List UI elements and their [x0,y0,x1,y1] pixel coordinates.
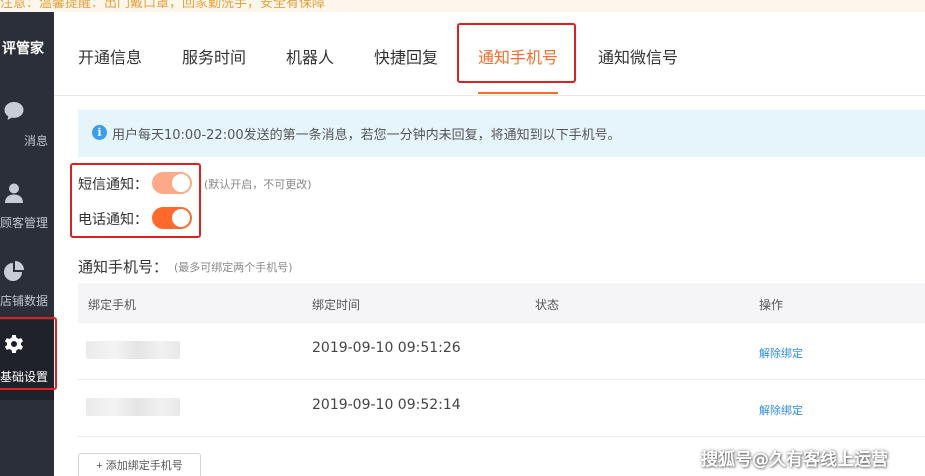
notify-phones-hint: (最多可绑定两个手机号) [174,261,293,274]
chat-bubble-icon [3,100,25,122]
col-header-actions: 操作 [759,298,784,312]
notify-phones-title: 通知手机号： [78,258,169,276]
sidebar-item-basic-settings[interactable]: 基础设置 [0,320,54,400]
masked-phone-number [86,341,180,359]
toggle-knob [172,209,190,227]
top-notice-bar: 注意：温馨提醒：出门戴口罩，回家勤洗手，安全有保障 [0,0,925,12]
top-notice-text: 注意：温馨提醒：出门戴口罩，回家勤洗手，安全有保障 [0,0,326,11]
sidebar-brand: 评管家 [2,41,44,57]
phone-notify-label: 电话通知： [78,212,148,228]
sidebar: 评管家 消息 顾客管理 店铺数据 基础设置 [0,12,54,476]
tab-activation-info[interactable]: 开通信息 [78,44,142,68]
tab-notify-phone[interactable]: 通知手机号 [478,44,558,68]
info-icon: i [92,125,107,140]
sms-notify-hint: (默认开启，不可更改) [204,178,312,191]
settings-tabs: 开通信息 服务时间 机器人 快捷回复 通知手机号 通知微信号 [54,12,925,96]
phone-notify-toggle[interactable] [152,207,192,229]
sms-notify-row: 短信通知： (默认开启，不可更改) [78,171,438,195]
toggle-knob [172,174,190,192]
masked-phone-number [86,398,180,416]
tab-quick-reply[interactable]: 快捷回复 [374,44,438,68]
sidebar-item-customers[interactable]: 顾客管理 [0,174,54,244]
unbind-link[interactable]: 解除绑定 [759,402,803,418]
phone-notify-row: 电话通知： [78,206,208,230]
pie-chart-icon [3,260,25,282]
unbind-link[interactable]: 解除绑定 [759,345,803,361]
col-header-status: 状态 [535,298,560,312]
user-icon [3,182,25,204]
tab-notify-wechat[interactable]: 通知微信号 [598,44,678,68]
col-header-phone: 绑定手机 [88,298,137,312]
table-header: 绑定手机 绑定时间 状态 操作 [78,283,925,323]
watermark-text: 搜狐号@久有客线上运营 [701,450,888,470]
active-tab-underline [478,92,558,94]
sidebar-item-messages[interactable]: 消息 [0,92,54,162]
add-phone-button[interactable]: + 添加绑定手机号 [78,453,201,476]
info-banner: i 用户每天10:00-22:00发送的第一条消息，若您一分钟内未回复，将通知到… [78,110,925,157]
sidebar-item-label: 消息 [23,134,48,148]
sidebar-item-label: 基础设置 [0,370,48,384]
tab-service-hours[interactable]: 服务时间 [182,44,246,68]
sidebar-item-label: 店铺数据 [0,294,48,308]
tab-robot[interactable]: 机器人 [286,44,334,68]
table-row: 2019-09-10 09:51:26 解除绑定 [78,323,925,380]
table-row: 2019-09-10 09:52:14 解除绑定 [78,380,925,437]
gear-icon [3,334,25,356]
info-text: 用户每天10:00-22:00发送的第一条消息，若您一分钟内未回复，将通知到以下… [112,128,621,143]
bind-time: 2019-09-10 09:52:14 [312,397,461,413]
bind-time: 2019-09-10 09:51:26 [312,340,461,356]
col-header-time: 绑定时间 [312,298,361,312]
sidebar-item-store-data[interactable]: 店铺数据 [0,252,54,322]
sms-notify-toggle[interactable] [152,172,192,194]
sms-notify-label: 短信通知： [78,177,148,193]
sidebar-item-label: 顾客管理 [0,216,48,230]
